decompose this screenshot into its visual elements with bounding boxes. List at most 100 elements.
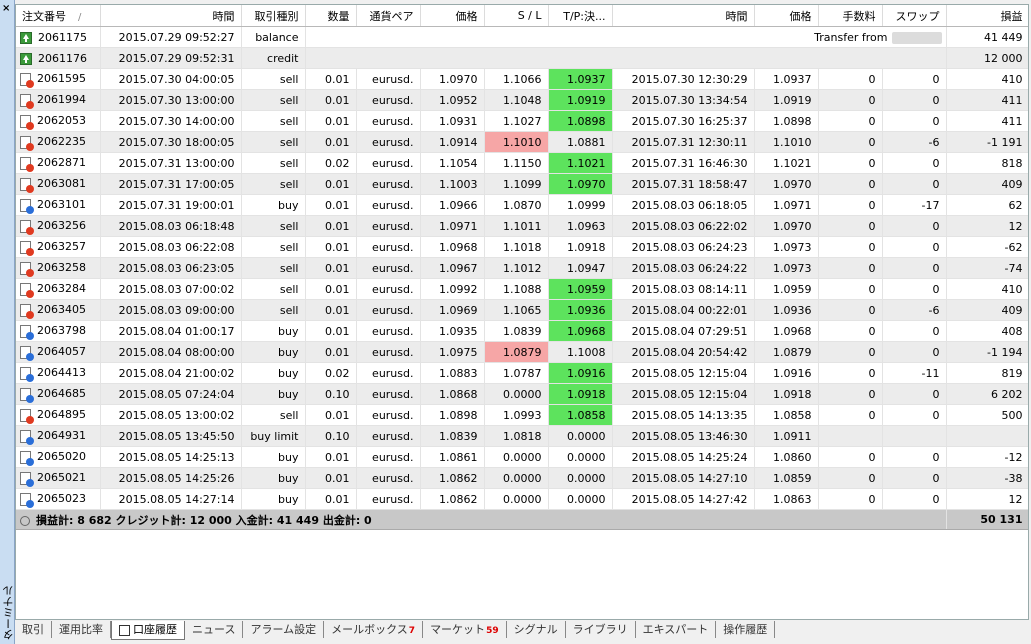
table-row[interactable]: 2061176 2015.07.29 09:52:31 credit 12 000 bbox=[16, 47, 1028, 69]
open-price: 1.1003 bbox=[420, 173, 485, 195]
order-id: 2062235 bbox=[37, 135, 86, 149]
table-row[interactable]: 2064895 2015.08.05 13:00:02 sell 0.01 eurusd… bbox=[16, 404, 1028, 426]
tab-9[interactable]: ライブラリ bbox=[566, 621, 636, 638]
table-row[interactable]: 2061175 2015.07.29 09:52:27 balance Transfe… bbox=[16, 26, 1028, 48]
commission: 0 bbox=[818, 68, 883, 90]
close-price: 1.0973 bbox=[754, 257, 819, 279]
commission: 0 bbox=[818, 383, 883, 405]
commission: 0 bbox=[818, 278, 883, 300]
swap: -11 bbox=[882, 362, 947, 384]
column-header[interactable]: 価格 bbox=[754, 5, 819, 27]
close-price: 1.0916 bbox=[754, 362, 819, 384]
sell-order-icon bbox=[20, 219, 34, 235]
tab-10[interactable]: エキスパート bbox=[636, 621, 717, 638]
tab-8[interactable]: シグナル bbox=[507, 621, 566, 638]
profit: 411 bbox=[946, 89, 1028, 111]
volume: 0.02 bbox=[305, 362, 357, 384]
column-header[interactable]: S / L bbox=[484, 5, 549, 27]
order-id: 2065023 bbox=[37, 492, 86, 506]
table-row[interactable]: 2064931 2015.08.05 13:45:50 buy limit 0.10 e… bbox=[16, 425, 1028, 447]
open-price: 1.0969 bbox=[420, 299, 485, 321]
column-header[interactable]: スワップ bbox=[882, 5, 947, 27]
commission: 0 bbox=[818, 488, 883, 510]
order-id-cell: 2064931 bbox=[16, 425, 101, 447]
commission: 0 bbox=[818, 467, 883, 489]
table-row[interactable]: 2064057 2015.08.04 08:00:00 buy 0.01 eurusd.… bbox=[16, 341, 1028, 363]
tab-3[interactable]: 口座履歴 bbox=[111, 621, 185, 640]
profit: 6 202 bbox=[946, 383, 1028, 405]
order-id-cell: 2064413 bbox=[16, 362, 101, 384]
table-row[interactable]: 2061994 2015.07.30 13:00:00 sell 0.01 eurusd… bbox=[16, 89, 1028, 111]
table-row[interactable]: 2063258 2015.08.03 06:23:05 sell 0.01 eurusd… bbox=[16, 257, 1028, 279]
take-profit: 1.0999 bbox=[548, 194, 613, 216]
table-row[interactable]: 2063405 2015.08.03 09:00:00 sell 0.01 eurusd… bbox=[16, 299, 1028, 321]
table-row[interactable]: 2065020 2015.08.05 14:25:13 buy 0.01 eurusd.… bbox=[16, 446, 1028, 468]
commission: 0 bbox=[818, 320, 883, 342]
column-header[interactable]: 注文番号 / bbox=[16, 5, 101, 27]
column-header[interactable]: 取引種別 bbox=[241, 5, 306, 27]
tab-4[interactable]: ニュース bbox=[185, 621, 244, 638]
tab-label: メールボックス bbox=[331, 623, 408, 636]
table-row[interactable]: 2064685 2015.08.05 07:24:04 buy 0.10 eurusd.… bbox=[16, 383, 1028, 405]
open-time: 2015.08.05 14:27:14 bbox=[100, 488, 242, 510]
column-header[interactable]: 手数料 bbox=[818, 5, 883, 27]
trade-type: sell bbox=[241, 257, 306, 279]
order-id: 2063405 bbox=[37, 303, 86, 317]
tab-6[interactable]: メールボックス7 bbox=[324, 621, 424, 638]
order-id-cell: 2063405 bbox=[16, 299, 101, 321]
table-row[interactable]: 2063101 2015.07.31 19:00:01 buy 0.01 eurusd.… bbox=[16, 194, 1028, 216]
close-time: 2015.08.05 14:13:35 bbox=[612, 404, 755, 426]
swap bbox=[882, 425, 947, 447]
table-row[interactable]: 2065023 2015.08.05 14:27:14 buy 0.01 eurusd.… bbox=[16, 488, 1028, 510]
table-row[interactable]: 2062053 2015.07.30 14:00:00 sell 0.01 eurusd… bbox=[16, 110, 1028, 132]
close-icon[interactable]: × bbox=[2, 3, 10, 14]
column-header[interactable]: 通貨ペア bbox=[356, 5, 421, 27]
column-header[interactable]: 価格 bbox=[420, 5, 485, 27]
profit bbox=[946, 425, 1028, 447]
symbol: eurusd. bbox=[356, 110, 421, 132]
volume: 0.01 bbox=[305, 320, 357, 342]
close-time: 2015.08.05 14:27:42 bbox=[612, 488, 755, 510]
table-row[interactable]: 2062871 2015.07.31 13:00:00 sell 0.02 eurusd… bbox=[16, 152, 1028, 174]
table-row[interactable]: 2062235 2015.07.30 18:00:05 sell 0.01 eurusd… bbox=[16, 131, 1028, 153]
sell-order-icon bbox=[20, 303, 34, 319]
stop-loss: 1.1018 bbox=[484, 236, 549, 258]
commission: 0 bbox=[818, 341, 883, 363]
table-row[interactable]: 2063284 2015.08.03 07:00:02 sell 0.01 eurusd… bbox=[16, 278, 1028, 300]
column-header[interactable]: 数量 bbox=[305, 5, 357, 27]
table-row[interactable]: 2065021 2015.08.05 14:25:26 buy 0.01 eurusd.… bbox=[16, 467, 1028, 489]
column-header[interactable]: 時間 bbox=[100, 5, 242, 27]
commission: 0 bbox=[818, 152, 883, 174]
table-row[interactable]: 2063256 2015.08.03 06:18:48 sell 0.01 eurusd… bbox=[16, 215, 1028, 237]
trade-type: balance bbox=[241, 26, 306, 48]
tab-7[interactable]: マーケット59 bbox=[423, 621, 507, 638]
close-time: 2015.08.05 14:27:10 bbox=[612, 467, 755, 489]
commission: 0 bbox=[818, 89, 883, 111]
table-row[interactable]: 2064413 2015.08.04 21:00:02 buy 0.02 eurusd.… bbox=[16, 362, 1028, 384]
commission: 0 bbox=[818, 299, 883, 321]
tab-11[interactable]: 操作履歴 bbox=[716, 621, 776, 638]
column-header[interactable]: T/P:決... bbox=[548, 5, 613, 27]
open-time: 2015.07.31 17:00:05 bbox=[100, 173, 242, 195]
symbol: eurusd. bbox=[356, 152, 421, 174]
profit: 819 bbox=[946, 362, 1028, 384]
close-price: 1.0859 bbox=[754, 467, 819, 489]
trade-type: buy bbox=[241, 383, 306, 405]
table-row[interactable]: 2063257 2015.08.03 06:22:08 sell 0.01 eurusd… bbox=[16, 236, 1028, 258]
order-id-cell: 2063256 bbox=[16, 215, 101, 237]
stop-loss: 1.1011 bbox=[484, 215, 549, 237]
column-header[interactable]: 時間 bbox=[612, 5, 755, 27]
close-price: 1.0959 bbox=[754, 278, 819, 300]
profit: 12 bbox=[946, 488, 1028, 510]
tab-2[interactable]: 運用比率 bbox=[52, 621, 111, 638]
table-row[interactable]: 2061595 2015.07.30 04:00:05 sell 0.01 eurusd… bbox=[16, 68, 1028, 90]
tab-5[interactable]: アラーム設定 bbox=[243, 621, 325, 638]
tab-1[interactable]: 取引 bbox=[15, 621, 52, 638]
symbol: eurusd. bbox=[356, 467, 421, 489]
table-row[interactable]: 2063081 2015.07.31 17:00:05 sell 0.01 eurusd… bbox=[16, 173, 1028, 195]
column-header[interactable]: 損益 bbox=[946, 5, 1028, 27]
take-profit: 0.0000 bbox=[548, 467, 613, 489]
table-row[interactable]: 2063798 2015.08.04 01:00:17 buy 0.01 eurusd.… bbox=[16, 320, 1028, 342]
volume: 0.01 bbox=[305, 278, 357, 300]
profit: 409 bbox=[946, 173, 1028, 195]
